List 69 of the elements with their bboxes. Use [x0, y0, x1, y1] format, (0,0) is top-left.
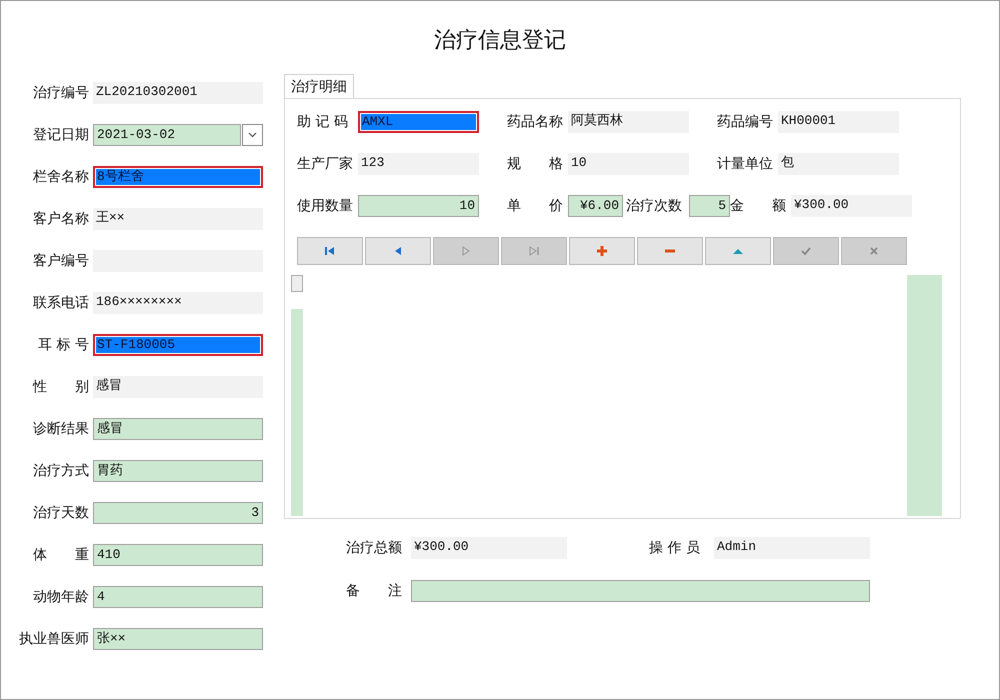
field-label: 动物年龄 [32, 588, 89, 606]
plus-icon [596, 245, 608, 257]
field-label: 联系电话 [32, 294, 89, 312]
field-label: 金 额 [730, 197, 787, 215]
last-icon [528, 245, 540, 257]
readonly-field: 123 [358, 153, 479, 175]
input-field[interactable]: 4 [93, 586, 263, 608]
readonly-field: 感冒 [93, 376, 263, 398]
navigator-button[interactable] [365, 237, 431, 265]
window-title: 治疗信息登记 [434, 27, 566, 55]
field-label: 治疗总额 [346, 539, 403, 557]
field-label: 客户名称 [32, 210, 89, 228]
field-label: 规 格 [507, 155, 564, 173]
readonly-field: 包 [778, 153, 899, 175]
grid-corner-cell [291, 275, 303, 292]
input-field[interactable]: AMXL [358, 111, 479, 133]
readonly-field: 10 [568, 153, 689, 175]
input-field[interactable]: 胃药 [93, 460, 263, 482]
input-field[interactable]: 8号栏舍 [93, 166, 263, 188]
input-field[interactable]: 2021-03-02 [93, 124, 241, 146]
readonly-field: ¥300.00 [411, 537, 567, 559]
input-field[interactable]: 410 [93, 544, 263, 566]
readonly-field: KH00001 [778, 111, 899, 133]
field-label: 操 作 员 [649, 539, 701, 557]
readonly-field: 186×××××××× [93, 292, 263, 314]
close-icon [868, 245, 880, 257]
input-field[interactable] [411, 580, 870, 602]
right-triangle-icon [460, 245, 472, 257]
field-label: 执业兽医师 [18, 630, 89, 648]
input-field[interactable]: ST-F180005 [93, 334, 263, 356]
navigator-button[interactable] [297, 237, 363, 265]
field-label: 助 记 码 [297, 113, 349, 131]
readonly-field: 王×× [93, 208, 263, 230]
field-label: 性 别 [32, 378, 89, 396]
field-label: 单 价 [507, 197, 564, 215]
field-label: 治疗编号 [32, 84, 89, 102]
navigator-button[interactable] [569, 237, 635, 265]
field-label: 耳 标 号 [37, 336, 89, 354]
input-field[interactable]: 3 [93, 502, 263, 524]
check-icon [800, 245, 812, 257]
input-field[interactable]: 10 [358, 195, 479, 217]
field-label: 治疗次数 [626, 197, 683, 215]
field-label: 计量单位 [717, 155, 774, 173]
input-field[interactable]: ¥6.00 [568, 195, 623, 217]
input-field[interactable]: 感冒 [93, 418, 263, 440]
field-label: 药品编号 [717, 113, 774, 131]
first-icon [324, 245, 336, 257]
readonly-field: Admin [714, 537, 870, 559]
navigator-button[interactable] [705, 237, 771, 265]
field-label: 治疗天数 [32, 504, 89, 522]
field-label: 使用数量 [297, 197, 354, 215]
navigator-button[interactable] [637, 237, 703, 265]
readonly-field: ZL20210302001 [93, 82, 263, 104]
caret-icon [248, 132, 257, 138]
field-label: 备 注 [346, 582, 403, 600]
tab[interactable]: 治疗明细 [284, 74, 354, 98]
field-label: 诊断结果 [32, 420, 89, 438]
field-label: 体 重 [32, 546, 89, 564]
field-label: 生产厂家 [297, 155, 354, 173]
input-field[interactable]: 5 [689, 195, 730, 217]
field-label: 客户编号 [32, 252, 89, 270]
readonly-field: ¥300.00 [791, 195, 912, 217]
dropdown-button[interactable] [242, 124, 263, 146]
field-label: 药品名称 [507, 113, 564, 131]
field-label: 登记日期 [32, 126, 89, 144]
field-label: 治疗方式 [32, 462, 89, 480]
input-field[interactable]: 张×× [93, 628, 263, 650]
readonly-field: 阿莫西林 [568, 111, 689, 133]
field-label: 栏舍名称 [32, 168, 89, 186]
